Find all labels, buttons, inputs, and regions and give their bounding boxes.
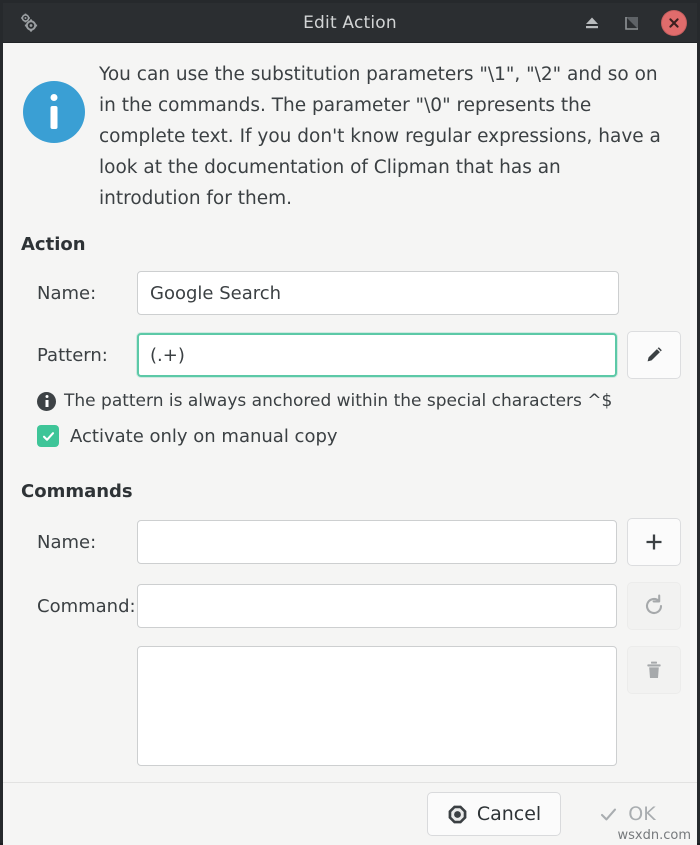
plus-icon (642, 530, 666, 554)
maximize-icon[interactable] (621, 12, 643, 34)
refresh-icon (642, 594, 666, 618)
manual-copy-checkbox-row[interactable]: Activate only on manual copy (37, 425, 681, 447)
info-banner-text: You can use the substitution parameters … (99, 64, 661, 209)
commands-section-title: Commands (21, 481, 133, 502)
action-name-input[interactable] (137, 271, 619, 315)
commands-listbox[interactable] (137, 646, 617, 766)
gears-icon[interactable] (17, 11, 41, 35)
command-name-input[interactable] (137, 520, 617, 564)
ok-button-label: OK (628, 803, 656, 825)
dialog-footer: Cancel OK wsxdn.com (3, 782, 697, 845)
shade-icon[interactable] (581, 12, 603, 34)
command-value-row: Command: (19, 582, 681, 630)
dialog-content: You can use the substitution parameters … (3, 43, 697, 782)
titlebar[interactable]: Edit Action (3, 3, 697, 43)
delete-command-button[interactable] (627, 646, 681, 694)
watermark: wsxdn.com (617, 828, 692, 843)
cancel-button-label: Cancel (476, 803, 542, 825)
titlebar-buttons (581, 9, 687, 36)
action-name-label: Name: (37, 282, 97, 304)
trash-icon (643, 659, 665, 681)
refresh-command-button[interactable] (627, 582, 681, 630)
action-name-row: Name: (19, 271, 681, 315)
titlebar-left (17, 11, 87, 35)
edit-action-dialog: Edit Action You can use the substitution… (0, 0, 700, 845)
info-icon (23, 81, 85, 143)
action-pattern-row: Pattern: (19, 331, 681, 379)
cancel-button[interactable]: Cancel (427, 792, 561, 836)
add-command-button[interactable] (627, 518, 681, 566)
pattern-edit-button[interactable] (627, 331, 681, 379)
stop-icon (447, 804, 468, 825)
pattern-hint-text: The pattern is always anchored within th… (64, 391, 613, 411)
command-value-input[interactable] (137, 584, 617, 628)
commands-list-row (19, 646, 681, 766)
action-section-title: Action (21, 234, 86, 255)
action-pattern-label: Pattern: (37, 344, 108, 366)
check-icon (42, 431, 54, 441)
content-bottom-spacer (19, 766, 681, 782)
command-value-label: Command: (37, 595, 136, 617)
close-icon[interactable] (661, 9, 687, 36)
manual-copy-checkbox-label: Activate only on manual copy (70, 425, 338, 447)
info-banner: You can use the substitution parameters … (19, 43, 681, 220)
command-name-row: Name: (19, 518, 681, 566)
action-pattern-input[interactable] (137, 333, 617, 377)
manual-copy-checkbox[interactable] (37, 425, 59, 447)
pattern-hint-row: The pattern is always anchored within th… (37, 391, 681, 411)
pencil-icon (643, 344, 665, 366)
hint-info-icon (37, 391, 56, 411)
command-name-label: Name: (37, 531, 97, 553)
check-icon (598, 804, 619, 825)
